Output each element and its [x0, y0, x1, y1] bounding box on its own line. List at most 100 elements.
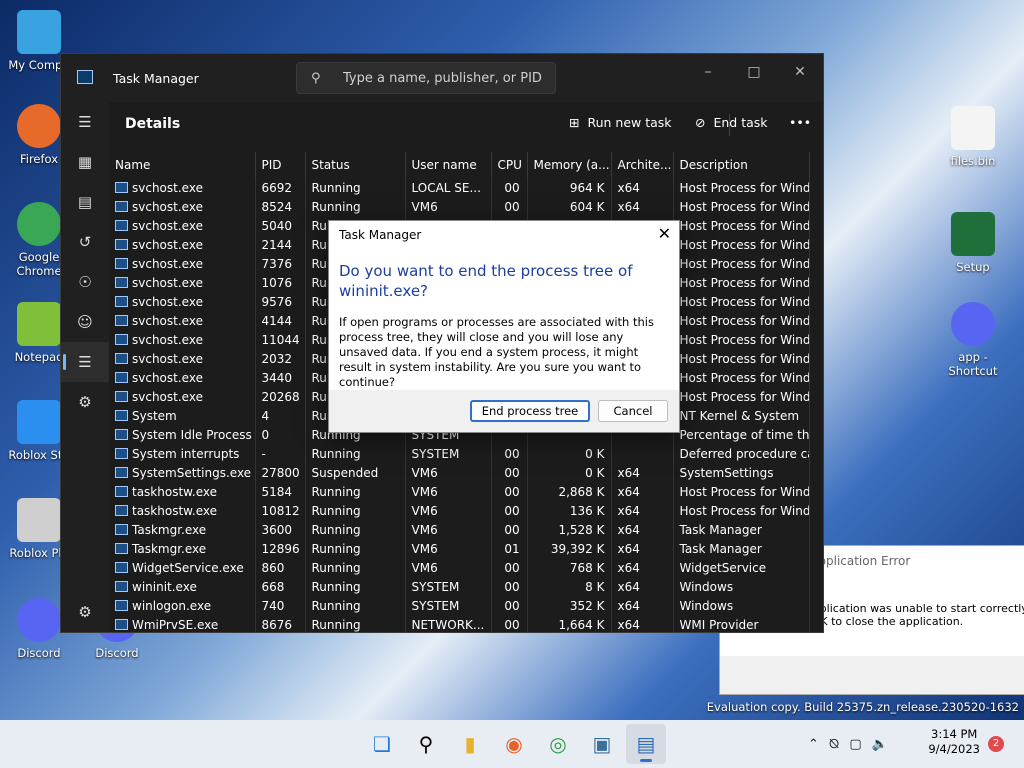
- process-name-cell: svchost.exe: [109, 368, 256, 387]
- search-input[interactable]: [343, 68, 543, 88]
- processes-icon[interactable]: ▦: [61, 142, 109, 182]
- process-name-cell: taskhostw.exe: [109, 482, 256, 501]
- roblox-studio-icon: [17, 400, 61, 444]
- table-cell: SystemSettings: [673, 463, 810, 482]
- table-cell: 3600: [255, 520, 306, 539]
- windows-logo-icon: ❏: [373, 732, 391, 756]
- table-row[interactable]: Taskmgr.exe 12896 Running VM6 01 39,392 Kx64 T…: [109, 539, 810, 558]
- cancel-button[interactable]: Cancel: [598, 400, 668, 422]
- column-header[interactable]: CPU: [491, 152, 528, 178]
- table-cell: 668: [255, 577, 306, 596]
- table-cell: SYSTEM: [405, 596, 492, 615]
- table-cell: [611, 444, 674, 463]
- users-icon[interactable]: ☺: [61, 302, 109, 342]
- search-taskbar-button[interactable]: ⚲: [406, 724, 446, 764]
- process-name-cell: Taskmgr.exe: [109, 539, 256, 558]
- table-cell: WMI Provider: [673, 615, 810, 632]
- display-icon[interactable]: ▢: [849, 737, 861, 752]
- chrome-taskbar-button[interactable]: ◎: [538, 724, 578, 764]
- dialog-heading: Do you want to end the process tree of w…: [339, 262, 633, 300]
- column-header[interactable]: User name: [405, 152, 492, 178]
- services-icon[interactable]: ⚙: [61, 382, 109, 422]
- run-new-task-button[interactable]: ⊞ Run new task: [569, 115, 672, 130]
- process-name-cell: svchost.exe: [109, 292, 256, 311]
- table-row[interactable]: SystemSettings.exe 27800 Suspended VM6 00 0 K…: [109, 463, 810, 482]
- app-taskbar-button[interactable]: ▣: [582, 724, 622, 764]
- column-header[interactable]: Memory (a...: [527, 152, 612, 178]
- process-icon: [115, 409, 128, 421]
- desktop-icon-setup-1[interactable]: Setup: [938, 212, 1008, 274]
- column-header[interactable]: Status: [305, 152, 406, 178]
- table-cell: 00: [491, 463, 528, 482]
- process-name-cell: svchost.exe: [109, 349, 256, 368]
- process-icon: [115, 466, 128, 478]
- process-icon: [115, 238, 128, 250]
- column-header[interactable]: Archite...: [611, 152, 674, 178]
- app-history-icon[interactable]: ↺: [61, 222, 109, 262]
- table-row[interactable]: winlogon.exe 740 Running SYSTEM 00 352 Kx64 Wi…: [109, 596, 810, 615]
- firefox-taskbar-button[interactable]: ◉: [494, 724, 534, 764]
- table-cell: 00: [491, 178, 528, 197]
- table-cell: VM6: [405, 520, 492, 539]
- process-name-cell: System: [109, 406, 256, 425]
- process-icon: [115, 219, 128, 231]
- table-cell: x64: [611, 501, 674, 520]
- search-icon: ⚲: [311, 71, 321, 86]
- table-row[interactable]: svchost.exe 8524 Running VM6 00 604 Kx64 Host …: [109, 197, 810, 216]
- process-icon: [115, 580, 128, 592]
- column-header[interactable]: Name: [109, 152, 256, 178]
- performance-icon[interactable]: ▤: [61, 182, 109, 222]
- search-box[interactable]: ⚲: [296, 62, 556, 94]
- start-button[interactable]: ❏: [362, 724, 402, 764]
- network-off-icon[interactable]: ⦰: [829, 737, 839, 752]
- table-cell: 3440: [255, 368, 306, 387]
- column-header[interactable]: PID: [255, 152, 306, 178]
- table-cell: x64: [611, 558, 674, 577]
- process-icon: [115, 352, 128, 364]
- minimize-button[interactable]: –: [685, 60, 731, 84]
- file-icon: [951, 106, 995, 150]
- table-cell: Running: [305, 501, 406, 520]
- chrome-icon: [17, 202, 61, 246]
- table-row[interactable]: taskhostw.exe 5184 Running VM6 00 2,868 Kx64 H…: [109, 482, 810, 501]
- table-row[interactable]: WmiPrvSE.exe 8676 Running NETWORK... 00 1,664…: [109, 615, 810, 632]
- table-row[interactable]: taskhostw.exe 10812 Running VM6 00 136 Kx64 Ho…: [109, 501, 810, 520]
- table-cell: Host Process for Wind...: [673, 368, 810, 387]
- task-manager-taskbar-button[interactable]: ▤: [626, 724, 666, 764]
- details-icon[interactable]: ☰: [61, 342, 109, 382]
- table-row[interactable]: Taskmgr.exe 3600 Running VM6 00 1,528 Kx64 Tas…: [109, 520, 810, 539]
- more-options-button[interactable]: •••: [789, 115, 811, 130]
- desktop-icon-file-0[interactable]: files.bin: [938, 106, 1008, 168]
- process-name-cell: wininit.exe: [109, 577, 256, 596]
- table-row[interactable]: wininit.exe 668 Running SYSTEM 00 8 Kx64 Windo…: [109, 577, 810, 596]
- process-name-cell: svchost.exe: [109, 235, 256, 254]
- hamburger-menu-icon[interactable]: ☰: [61, 102, 109, 142]
- dialog-close-icon[interactable]: ✕: [658, 224, 671, 243]
- process-icon: [115, 333, 128, 345]
- end-process-dialog[interactable]: Task Manager ✕ Do you want to end the pr…: [328, 220, 680, 433]
- notification-badge[interactable]: 2: [988, 736, 1004, 752]
- volume-icon[interactable]: 🔈: [872, 737, 888, 752]
- desktop-icon-discord-2[interactable]: app - Shortcut: [938, 302, 1008, 378]
- maximize-button[interactable]: □: [731, 60, 777, 84]
- column-header[interactable]: Description: [673, 152, 810, 178]
- file-explorer-button[interactable]: ▮: [450, 724, 490, 764]
- startup-apps-icon[interactable]: ☉: [61, 262, 109, 302]
- chevron-up-icon[interactable]: ⌃: [808, 737, 819, 752]
- clock[interactable]: 3:14 PM 9/4/2023: [928, 727, 980, 757]
- table-row[interactable]: System interrupts - Running SYSTEM 00 0 K Defe…: [109, 444, 810, 463]
- title-bar[interactable]: Task Manager ⚲ – □ ✕: [61, 54, 823, 102]
- table-cell: 7376: [255, 254, 306, 273]
- table-cell: 1,528 K: [527, 520, 612, 539]
- table-row[interactable]: svchost.exe 6692 Running LOCAL SE... 00 964 K…: [109, 178, 810, 197]
- table-row[interactable]: WidgetService.exe 860 Running VM6 00 768 Kx64…: [109, 558, 810, 577]
- end-process-tree-button[interactable]: End process tree: [470, 400, 590, 422]
- settings-gear-icon[interactable]: ⚙: [61, 592, 109, 632]
- process-icon: [115, 561, 128, 573]
- table-cell: Host Process for Wind...: [673, 235, 810, 254]
- table-cell: 740: [255, 596, 306, 615]
- table-cell: Running: [305, 197, 406, 216]
- table-cell: SYSTEM: [405, 444, 492, 463]
- close-button[interactable]: ✕: [777, 60, 823, 84]
- end-task-button[interactable]: ⊘ End task: [695, 115, 768, 130]
